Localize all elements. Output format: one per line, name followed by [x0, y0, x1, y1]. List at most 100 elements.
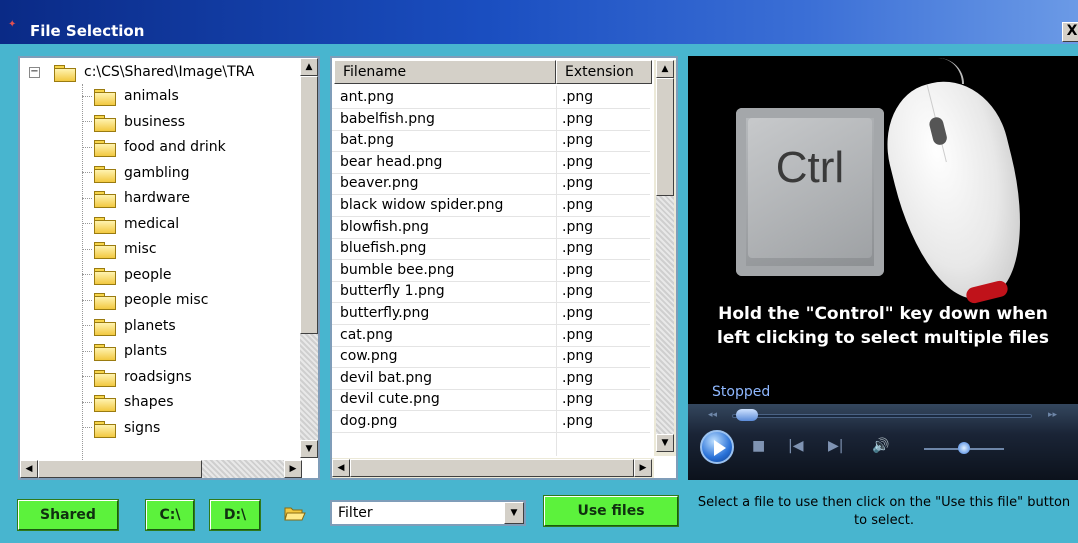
tree-item[interactable]: business	[82, 110, 185, 134]
file-row[interactable]: cat.png .png	[332, 326, 650, 345]
tree-connector	[82, 325, 92, 326]
file-extension: .png	[562, 175, 594, 192]
tree-scroll-thumb[interactable]	[300, 76, 318, 334]
file-row[interactable]: devil cute.png .png	[332, 390, 650, 409]
column-header-extension[interactable]: Extension	[556, 60, 652, 84]
seek-thumb[interactable]	[736, 409, 758, 421]
files-scroll-track[interactable]	[656, 196, 674, 434]
file-row[interactable]: ant.png .png	[332, 88, 650, 107]
tree-item[interactable]: plants	[82, 339, 167, 363]
files-scroll-thumb[interactable]	[656, 78, 674, 196]
rewind-icon[interactable]: ◂◂	[708, 410, 717, 420]
preview-caption: Hold the "Control" key down when left cl…	[688, 302, 1078, 350]
scroll-left-icon[interactable]: ◀	[20, 460, 38, 478]
tree-item[interactable]: food and drink	[82, 135, 226, 159]
tree-hscroll-thumb[interactable]	[38, 460, 202, 478]
tree-item[interactable]: signs	[82, 416, 160, 440]
file-extension: .png	[562, 218, 594, 235]
seek-bar[interactable]	[732, 414, 1032, 418]
tree-item-label: hardware	[124, 190, 190, 206]
tree-connector	[82, 95, 92, 97]
stop-icon[interactable]: ■	[752, 438, 765, 454]
file-list[interactable]: Filename Extension ant.png .png babelfish.…	[330, 56, 678, 480]
scroll-down-icon[interactable]: ▼	[300, 440, 318, 458]
tree-connector	[82, 223, 92, 224]
tree-item[interactable]: people	[82, 263, 171, 287]
tree-item-label: people misc	[124, 292, 209, 308]
tree-item[interactable]: shapes	[82, 390, 174, 414]
file-row[interactable]: bear head.png .png	[332, 153, 650, 172]
tree-item-label: people	[124, 266, 172, 283]
files-hscroll-thumb[interactable]	[350, 459, 634, 477]
volume-icon[interactable]: 🔊	[872, 438, 889, 454]
fast-forward-icon[interactable]: ▸▸	[1048, 410, 1057, 420]
tree-root[interactable]: c:\CS\Shared\Image\TRA	[54, 60, 254, 84]
shared-button[interactable]: Shared	[17, 499, 119, 531]
tree-item[interactable]: misc	[82, 237, 157, 261]
file-extension: .png	[562, 153, 594, 170]
folder-open-icon	[54, 64, 76, 82]
tree-root-label: c:\CS\Shared\Image\TRA	[84, 64, 255, 80]
open-folder-icon[interactable]	[284, 504, 306, 522]
collapse-icon[interactable]: −	[29, 67, 40, 78]
file-row[interactable]: blowfish.png .png	[332, 218, 650, 237]
window-title: File Selection	[30, 22, 145, 40]
chevron-down-icon[interactable]: ▼	[504, 502, 524, 524]
file-row[interactable]: bat.png .png	[332, 131, 650, 150]
tree-hscroll-track[interactable]	[202, 460, 284, 478]
tree-vertical-scrollbar[interactable]: ▲ ▼	[300, 58, 318, 458]
volume-thumb[interactable]	[958, 442, 970, 454]
scroll-right-icon[interactable]: ▶	[284, 460, 302, 478]
column-header-filename[interactable]: Filename	[334, 60, 556, 84]
d-drive-button[interactable]: D:\	[209, 499, 261, 531]
tree-item-label: animals	[124, 88, 179, 104]
file-row[interactable]: black widow spider.png .png	[332, 196, 650, 215]
tree-item-label: business	[124, 113, 186, 130]
tree-item[interactable]: hardware	[82, 186, 190, 210]
file-name: bear head.png	[340, 153, 443, 170]
scroll-left-icon[interactable]: ◀	[332, 459, 350, 477]
tree-scroll-track[interactable]	[300, 334, 318, 440]
file-row[interactable]: devil bat.png .png	[332, 369, 650, 388]
scroll-right-icon[interactable]: ▶	[634, 459, 652, 477]
close-button[interactable]: X	[1062, 22, 1078, 42]
previous-icon[interactable]: |◀	[788, 438, 803, 454]
file-row[interactable]: cow.png .png	[332, 347, 650, 366]
ctrl-key-label: Ctrl	[748, 118, 872, 258]
tree-connector	[82, 350, 92, 352]
files-vertical-scrollbar[interactable]: ▲ ▼	[654, 60, 676, 456]
tree-item[interactable]: planets	[82, 314, 176, 338]
tree-horizontal-scrollbar[interactable]: ◀ ▶	[20, 460, 302, 478]
file-row[interactable]: bumble bee.png .png	[332, 261, 650, 280]
tree-item[interactable]: roadsigns	[82, 365, 192, 389]
file-name: devil cute.png	[340, 391, 440, 408]
file-extension: .png	[562, 89, 594, 105]
c-drive-button[interactable]: C:\	[145, 499, 195, 531]
folder-tree[interactable]: − c:\CS\Shared\Image\TRA animals business…	[18, 56, 320, 480]
file-row[interactable]: bluefish.png .png	[332, 239, 650, 258]
tree-item[interactable]: medical	[82, 212, 179, 236]
file-row[interactable]: babelfish.png .png	[332, 110, 650, 129]
use-files-button[interactable]: Use files	[543, 495, 679, 527]
file-name: blowfish.png	[340, 218, 429, 235]
tree-item[interactable]: people misc	[82, 288, 208, 312]
folder-icon	[94, 267, 116, 285]
files-horizontal-scrollbar[interactable]: ◀ ▶	[332, 458, 654, 478]
next-icon[interactable]: ▶|	[828, 438, 843, 454]
tree-connector	[82, 197, 92, 199]
tree-connector	[82, 299, 92, 301]
tree-item-label: plants	[124, 343, 168, 359]
file-name: devil bat.png	[340, 369, 433, 386]
scroll-down-icon[interactable]: ▼	[656, 434, 674, 452]
file-extension: .png	[562, 132, 594, 149]
filter-dropdown[interactable]: Filter ▼	[330, 500, 526, 526]
file-row[interactable]: butterfly 1.png .png	[332, 282, 650, 301]
file-row[interactable]: dog.png .png	[332, 412, 650, 431]
file-row[interactable]: butterfly.png .png	[332, 304, 650, 323]
file-row[interactable]: beaver.png .png	[332, 174, 650, 193]
scroll-up-icon[interactable]: ▲	[656, 60, 674, 78]
scroll-up-icon[interactable]: ▲	[300, 58, 318, 76]
play-button[interactable]	[700, 430, 734, 464]
tree-item[interactable]: gambling	[82, 161, 190, 185]
tree-item[interactable]: animals	[82, 84, 179, 108]
